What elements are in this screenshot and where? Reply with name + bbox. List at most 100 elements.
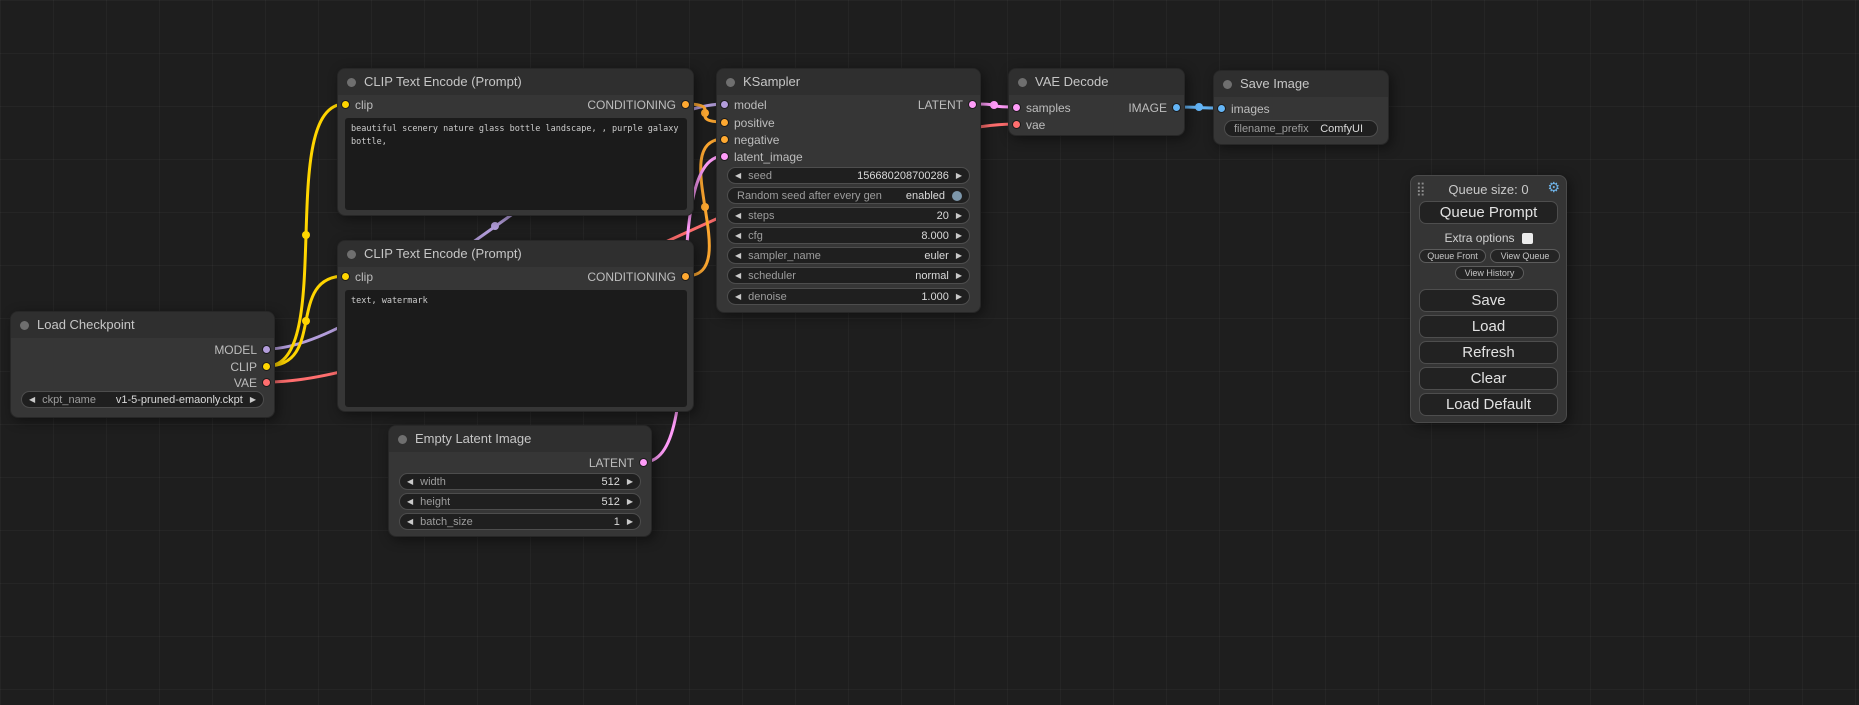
- output-label-conditioning: CONDITIONING: [587, 98, 676, 112]
- prompt-textarea[interactable]: beautiful scenery nature glass bottle la…: [345, 118, 687, 210]
- queue-prompt-button[interactable]: Queue Prompt: [1419, 201, 1558, 224]
- output-socket-clip[interactable]: [262, 362, 271, 371]
- output-socket-conditioning[interactable]: [681, 100, 690, 109]
- input-socket-clip[interactable]: [341, 272, 350, 281]
- collapse-dot-icon[interactable]: [1018, 78, 1027, 87]
- load-default-button[interactable]: Load Default: [1419, 393, 1558, 416]
- output-socket-latent[interactable]: [968, 100, 977, 109]
- widget-random-seed[interactable]: Random seed after every gen enabled: [727, 187, 970, 204]
- seed-toggle-icon[interactable]: [952, 191, 962, 201]
- widget-ckpt-name[interactable]: ◀ ckpt_name v1-5-pruned-emaonly.ckpt ▶: [21, 391, 264, 408]
- increment-arrow-icon[interactable]: ▶: [627, 477, 633, 486]
- node-empty-latent-image[interactable]: Empty Latent Image LATENT ◀ width 512 ▶ …: [388, 425, 652, 537]
- increment-arrow-icon[interactable]: ▶: [956, 231, 962, 240]
- widget-value: euler: [924, 250, 948, 262]
- extra-options-checkbox[interactable]: [1522, 233, 1533, 244]
- widget-height[interactable]: ◀ height 512 ▶: [399, 493, 641, 510]
- collapse-dot-icon[interactable]: [398, 435, 407, 444]
- widget-label: seed: [748, 170, 772, 182]
- decrement-arrow-icon[interactable]: ◀: [735, 292, 741, 301]
- node-load-checkpoint[interactable]: Load Checkpoint MODEL CLIP VAE ◀ ckpt_na…: [10, 311, 275, 418]
- save-button[interactable]: Save: [1419, 289, 1558, 312]
- widget-cfg[interactable]: ◀ cfg 8.000 ▶: [727, 227, 970, 244]
- node-ksampler[interactable]: KSampler model positive negative latent_…: [716, 68, 981, 313]
- view-queue-button[interactable]: View Queue: [1490, 249, 1560, 263]
- node-title-bar[interactable]: CLIP Text Encode (Prompt): [338, 69, 693, 95]
- node-title-bar[interactable]: Empty Latent Image: [389, 426, 651, 452]
- increment-arrow-icon[interactable]: ▶: [956, 251, 962, 260]
- decrement-arrow-icon[interactable]: ◀: [735, 271, 741, 280]
- input-socket-negative[interactable]: [720, 135, 729, 144]
- output-label-vae: VAE: [234, 376, 257, 390]
- output-socket-vae[interactable]: [262, 378, 271, 387]
- output-socket-latent[interactable]: [639, 458, 648, 467]
- collapse-dot-icon[interactable]: [726, 78, 735, 87]
- collapse-dot-icon[interactable]: [347, 78, 356, 87]
- queue-front-button[interactable]: Queue Front: [1419, 249, 1486, 263]
- output-label-clip: CLIP: [230, 360, 257, 374]
- collapse-dot-icon[interactable]: [347, 250, 356, 259]
- view-history-button[interactable]: View History: [1455, 266, 1524, 280]
- decrement-arrow-icon[interactable]: ◀: [735, 231, 741, 240]
- widget-label: denoise: [748, 291, 787, 303]
- widget-seed[interactable]: ◀ seed 156680208700286 ▶: [727, 167, 970, 184]
- input-socket-positive[interactable]: [720, 118, 729, 127]
- widget-value: 1: [614, 516, 620, 528]
- widget-sampler-name[interactable]: ◀ sampler_name euler ▶: [727, 247, 970, 264]
- output-socket-conditioning[interactable]: [681, 272, 690, 281]
- decrement-arrow-icon[interactable]: ◀: [407, 517, 413, 526]
- widget-filename-prefix[interactable]: filename_prefix ComfyUI: [1224, 120, 1378, 137]
- node-title: Save Image: [1240, 76, 1309, 91]
- settings-gear-icon[interactable]: ⚙: [1547, 179, 1560, 196]
- wire-midpoint-dot: [701, 203, 709, 211]
- increment-arrow-icon[interactable]: ▶: [956, 171, 962, 180]
- clear-button[interactable]: Clear: [1419, 367, 1558, 390]
- increment-arrow-icon[interactable]: ▶: [627, 517, 633, 526]
- input-label-clip: clip: [355, 270, 373, 284]
- decrement-arrow-icon[interactable]: ◀: [29, 395, 35, 404]
- increment-arrow-icon[interactable]: ▶: [250, 395, 256, 404]
- input-socket-samples[interactable]: [1012, 103, 1021, 112]
- increment-arrow-icon[interactable]: ▶: [956, 211, 962, 220]
- decrement-arrow-icon[interactable]: ◀: [735, 211, 741, 220]
- input-label-clip: clip: [355, 98, 373, 112]
- widget-width[interactable]: ◀ width 512 ▶: [399, 473, 641, 490]
- increment-arrow-icon[interactable]: ▶: [627, 497, 633, 506]
- widget-scheduler[interactable]: ◀ scheduler normal ▶: [727, 267, 970, 284]
- widget-steps[interactable]: ◀ steps 20 ▶: [727, 207, 970, 224]
- collapse-dot-icon[interactable]: [1223, 80, 1232, 89]
- prompt-textarea[interactable]: text, watermark: [345, 290, 687, 407]
- increment-arrow-icon[interactable]: ▶: [956, 271, 962, 280]
- refresh-button[interactable]: Refresh: [1419, 341, 1558, 364]
- node-title-bar[interactable]: CLIP Text Encode (Prompt): [338, 241, 693, 267]
- node-title-bar[interactable]: VAE Decode: [1009, 69, 1184, 95]
- output-socket-image[interactable]: [1172, 103, 1181, 112]
- input-socket-vae[interactable]: [1012, 120, 1021, 129]
- node-title-bar[interactable]: KSampler: [717, 69, 980, 95]
- node-title-bar[interactable]: Load Checkpoint: [11, 312, 274, 338]
- widget-denoise[interactable]: ◀ denoise 1.000 ▶: [727, 288, 970, 305]
- output-socket-model[interactable]: [262, 345, 271, 354]
- node-save-image[interactable]: Save Image images filename_prefix ComfyU…: [1213, 70, 1389, 145]
- widget-batch-size[interactable]: ◀ batch_size 1 ▶: [399, 513, 641, 530]
- input-socket-images[interactable]: [1217, 104, 1226, 113]
- extra-options-label: Extra options: [1444, 231, 1514, 245]
- decrement-arrow-icon[interactable]: ◀: [735, 171, 741, 180]
- decrement-arrow-icon[interactable]: ◀: [407, 477, 413, 486]
- queue-size-label: Queue size: 0: [1411, 182, 1566, 197]
- increment-arrow-icon[interactable]: ▶: [956, 292, 962, 301]
- comfyui-canvas[interactable]: { "colors": { "model": "#B39DDB", "clip"…: [0, 0, 1859, 705]
- decrement-arrow-icon[interactable]: ◀: [407, 497, 413, 506]
- node-clip-text-encode-negative[interactable]: CLIP Text Encode (Prompt) clip CONDITION…: [337, 240, 694, 412]
- input-socket-latent-image[interactable]: [720, 152, 729, 161]
- node-title-bar[interactable]: Save Image: [1214, 71, 1388, 97]
- collapse-dot-icon[interactable]: [20, 321, 29, 330]
- load-button[interactable]: Load: [1419, 315, 1558, 338]
- node-title: CLIP Text Encode (Prompt): [364, 74, 522, 89]
- node-vae-decode[interactable]: VAE Decode samples vae IMAGE: [1008, 68, 1185, 136]
- input-socket-model[interactable]: [720, 100, 729, 109]
- input-label-negative: negative: [734, 133, 779, 147]
- decrement-arrow-icon[interactable]: ◀: [735, 251, 741, 260]
- node-clip-text-encode-positive[interactable]: CLIP Text Encode (Prompt) clip CONDITION…: [337, 68, 694, 216]
- input-socket-clip[interactable]: [341, 100, 350, 109]
